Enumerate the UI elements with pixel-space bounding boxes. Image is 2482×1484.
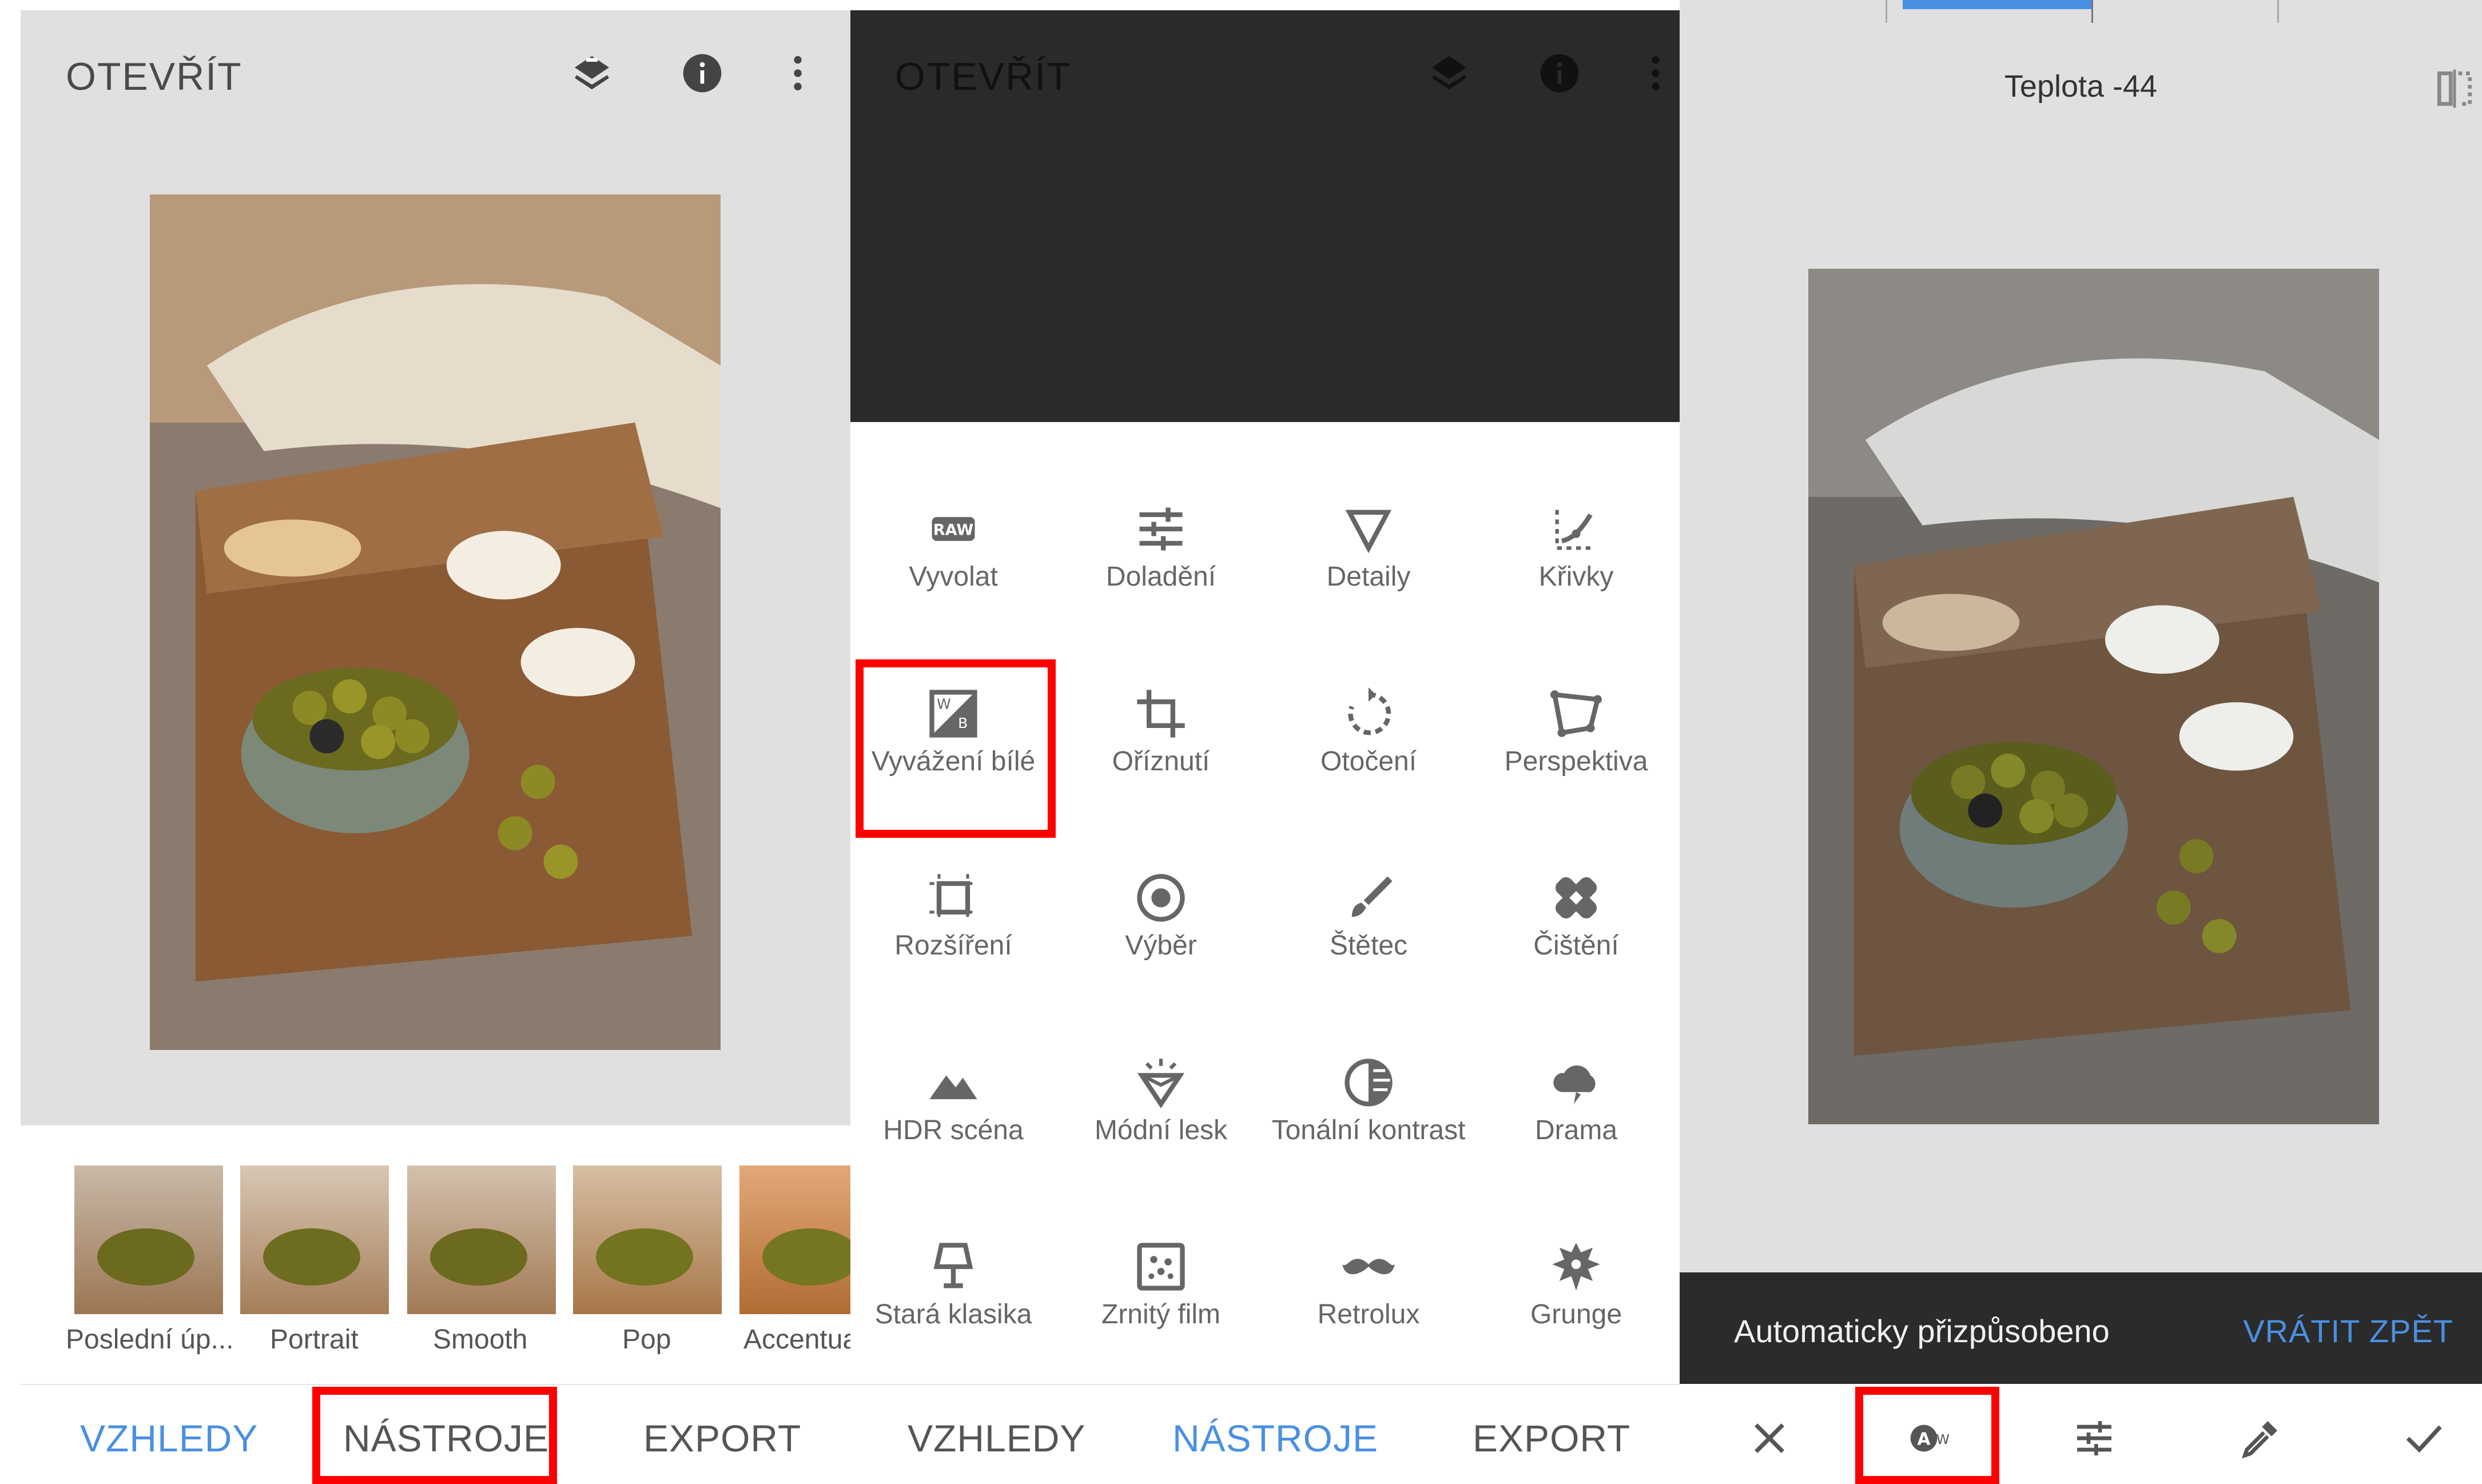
look-thumbnail[interactable]	[573, 1165, 722, 1314]
rotate-icon	[1266, 682, 1471, 745]
tool-doladeni[interactable]: Doladění	[1058, 498, 1264, 594]
tool-vyber[interactable]: Výběr	[1058, 866, 1264, 962]
svg-text:RAW: RAW	[933, 521, 974, 539]
tonal-contrast-icon	[1266, 1051, 1471, 1114]
check-icon[interactable]	[2397, 1413, 2449, 1464]
lamp-icon	[850, 1235, 1056, 1298]
tool-krivky[interactable]: Křivky	[1473, 498, 1679, 594]
tool-perspektiva[interactable]: Perspektiva	[1473, 682, 1679, 778]
highlight-tools-tab	[312, 1387, 557, 1484]
highlight-white-balance	[856, 659, 1056, 838]
photo-preview	[150, 194, 721, 1050]
mustache-icon	[1266, 1235, 1471, 1298]
looks-screen: OTEVŘÍT Poslední úp... Portrait Smooth P…	[0, 0, 850, 1484]
tab-looks[interactable]: VZHLEDY	[908, 1417, 1085, 1460]
tab-looks[interactable]: VZHLEDY	[80, 1417, 258, 1460]
undo-button[interactable]: VRÁTIT ZPĚT	[2243, 1312, 2453, 1350]
look-thumbnail[interactable]	[240, 1165, 389, 1314]
more-vert-icon[interactable]	[769, 45, 826, 102]
info-icon[interactable]	[674, 45, 731, 102]
tool-detaily[interactable]: Detaily	[1266, 498, 1471, 594]
tune-sliders-icon	[1058, 498, 1264, 560]
raw-icon: RAW	[850, 498, 1056, 560]
eyedropper-icon[interactable]	[2234, 1413, 2286, 1464]
look-thumbnail[interactable]	[407, 1165, 556, 1314]
open-button[interactable]: OTEVŘÍT	[66, 54, 242, 99]
selective-icon	[1058, 866, 1264, 929]
perspective-icon	[1473, 682, 1679, 745]
snackbar-message: Automaticky přizpůsobeno	[1734, 1313, 2110, 1349]
look-label: Accentua	[743, 1324, 850, 1355]
photo-preview	[1808, 269, 2379, 1124]
tab-export[interactable]: EXPORT	[1473, 1417, 1630, 1460]
grunge-icon	[1473, 1235, 1679, 1298]
tool-oriznuti[interactable]: Oříznutí	[1058, 682, 1264, 778]
tools-screen: OTEVŘÍT RAW Vyvolat Doladění Detaily Kři…	[850, 0, 1680, 1484]
highlight-auto-wb	[1855, 1387, 1999, 1484]
look-label: Pop	[622, 1324, 671, 1355]
parameter-title: Teplota -44	[2004, 69, 2158, 104]
glamour-icon	[1058, 1051, 1264, 1114]
layers-stack-icon[interactable]	[1421, 45, 1478, 102]
close-icon[interactable]	[1744, 1413, 1795, 1464]
tool-grunge[interactable]: Grunge	[1473, 1235, 1679, 1331]
tool-stara-klasika[interactable]: Stará klasika	[850, 1235, 1056, 1331]
curves-icon	[1473, 498, 1679, 560]
tool-drama[interactable]: Drama	[1473, 1051, 1679, 1147]
tab-tools[interactable]: NÁSTROJE	[1172, 1417, 1378, 1460]
layers-stack-icon[interactable]	[563, 45, 620, 102]
tune-sliders-icon[interactable]	[2069, 1413, 2120, 1464]
crop-icon	[1058, 682, 1264, 745]
tool-stetec[interactable]: Štětec	[1266, 866, 1471, 962]
triangle-down-icon	[1266, 498, 1471, 560]
tab-export[interactable]: EXPORT	[643, 1417, 801, 1460]
tool-zrnity-film[interactable]: Zrnitý film	[1058, 1235, 1264, 1331]
grain-icon	[1058, 1235, 1264, 1298]
tool-rozsireni[interactable]: Rozšíření	[850, 866, 1056, 962]
tool-otoceni[interactable]: Otočení	[1266, 682, 1471, 778]
brush-icon	[1266, 866, 1471, 929]
mountains-icon	[850, 1051, 1056, 1114]
more-vert-icon[interactable]	[1627, 45, 1680, 102]
look-thumbnail[interactable]	[739, 1165, 850, 1314]
look-label: Poslední úp...	[66, 1324, 234, 1355]
open-button[interactable]: OTEVŘÍT	[895, 54, 1072, 99]
cloud-icon	[1473, 1051, 1679, 1114]
tool-vyvolat[interactable]: RAW Vyvolat	[850, 498, 1056, 594]
healing-icon	[1473, 866, 1679, 929]
tool-cisteni[interactable]: Čištění	[1473, 866, 1679, 962]
tool-retrolux[interactable]: Retrolux	[1266, 1235, 1471, 1331]
tool-hdr-scena[interactable]: HDR scéna	[850, 1051, 1056, 1147]
look-label: Smooth	[433, 1324, 528, 1355]
temperature-slider[interactable]	[1886, 0, 2280, 23]
info-icon[interactable]	[1531, 45, 1588, 102]
look-thumbnail[interactable]	[74, 1165, 223, 1314]
white-balance-screen: Teplota -44 Automaticky přizpůsobeno VRÁ…	[1680, 0, 2482, 1484]
compare-icon[interactable]	[2429, 63, 2480, 114]
look-label: Portrait	[270, 1324, 359, 1355]
tool-modni-lesk[interactable]: Módní lesk	[1058, 1051, 1264, 1147]
expand-icon	[850, 866, 1056, 929]
tool-tonalni-kontrast[interactable]: Tonální kontrast	[1266, 1051, 1471, 1147]
